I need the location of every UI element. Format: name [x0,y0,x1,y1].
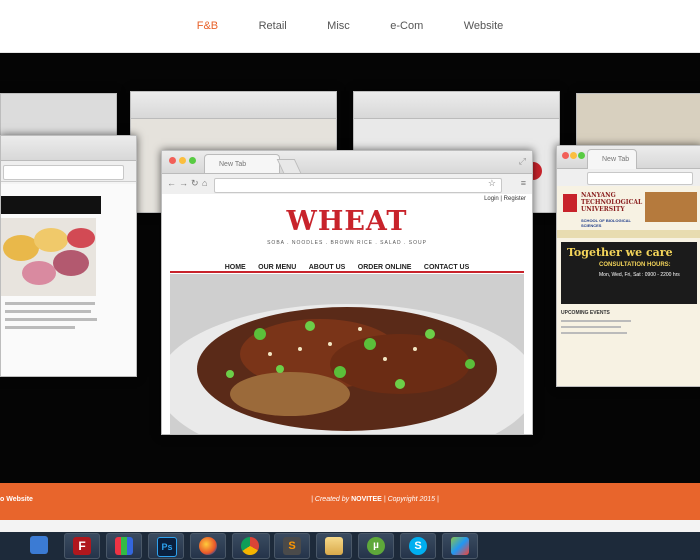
ntu-school: SCHOOL OF BIOLOGICAL SCIENCES [581,218,631,228]
menu-contact-us[interactable]: CONTACT US [424,264,469,271]
menu-divider [170,271,524,273]
minimize-icon[interactable] [179,157,186,164]
category-tabs: F&B Retail Misc e-Com Website [0,16,700,34]
login-register-link[interactable]: Login | Register [484,196,526,202]
thumb-left-content [1,184,136,376]
menu-about-us[interactable]: ABOUT US [309,264,346,271]
menu-icon[interactable]: ≡ [521,178,526,188]
windows-taskbar: F Ps S µ S [0,532,700,560]
main-browser-window[interactable]: New Tab ⤢ ← → ↻ ⌂ ☆ ≡ Login | Register W… [161,150,533,435]
ntu-page: NANYANG TECHNOLOGICAL UNIVERSITY SCHOOL … [557,186,700,386]
tab-website[interactable]: Website [464,20,504,32]
fullscreen-icon[interactable]: ⤢ [519,156,526,167]
food-hero-image [170,274,524,434]
credit-suffix: | Copyright 2015 | [383,496,439,503]
footer-credit: | Created by NOVITEE | Copyright 2015 | [0,496,700,503]
ntu-header-image [645,192,697,222]
macaron-image [1,218,96,296]
photoshop-icon[interactable]: Ps [148,533,184,559]
new-tab-button[interactable] [276,159,302,173]
ntu-banner: Together we care CONSULTATION HOURS: Mon… [561,242,697,304]
site-footer: o Website | Created by NOVITEE | Copyrig… [0,483,700,520]
ntu-hours-title: CONSULTATION HOURS: [599,262,671,268]
top-nav: F&B Retail Misc e-Com Website [0,0,700,53]
explorer-icon[interactable] [316,533,352,559]
back-icon[interactable]: ← [167,178,176,188]
home-icon[interactable]: ⌂ [202,178,207,188]
ntu-logo-icon [563,194,577,212]
bluestacks-icon[interactable] [442,533,478,559]
menu-order-online[interactable]: ORDER ONLINE [358,264,412,271]
tab-misc[interactable]: Misc [327,20,350,32]
bookmark-star-icon[interactable]: ☆ [488,178,496,189]
apps-grid-icon[interactable] [106,533,142,559]
close-icon[interactable] [169,157,176,164]
right-tab-title[interactable]: New Tab [587,149,637,169]
network-icon[interactable] [22,533,58,559]
skype-icon[interactable]: S [400,533,436,559]
browser-tab[interactable]: New Tab [204,154,280,173]
credit-prefix: | Created by [311,496,350,503]
ntu-events-title: UPCOMING EVENTS [561,310,610,316]
ntu-site-name: NANYANG TECHNOLOGICAL UNIVERSITY [581,192,643,213]
firefox-icon[interactable] [190,533,226,559]
maximize-icon[interactable] [189,157,196,164]
wheat-site: Login | Register WHEAT SOBA . NOODLES . … [162,194,532,434]
filezilla-icon[interactable]: F [64,533,100,559]
tab-fnb[interactable]: F&B [197,20,218,32]
thumbnail-right[interactable]: New Tab NANYANG TECHNOLOGICAL UNIVERSITY… [556,145,700,387]
tab-retail[interactable]: Retail [259,20,287,32]
reload-icon[interactable]: ↻ [191,178,199,189]
thumb-left-header-bar [1,196,101,214]
wheat-logo[interactable]: WHEAT [162,206,532,237]
ntu-banner-title: Together we care [567,246,673,259]
wheat-tagline: SOBA . NOODLES . BROWN RICE . SALAD . SO… [267,240,427,246]
ntu-hours: Mon, Wed, Fri, Sat : 0900 - 2200 hrs [599,272,680,278]
credit-brand[interactable]: NOVITEE [351,496,382,503]
menu-our-menu[interactable]: OUR MENU [258,264,296,271]
chrome-icon[interactable] [232,533,270,559]
ntu-nav [557,230,700,238]
showcase-carousel[interactable]: New Tab NANYANG TECHNOLOGICAL UNIVERSITY… [0,53,700,483]
tab-ecom[interactable]: e-Com [390,20,423,32]
utorrent-icon[interactable]: µ [358,533,394,559]
page-bottom-strip [0,520,700,532]
sublime-icon[interactable]: S [274,533,310,559]
forward-icon[interactable]: → [179,178,188,188]
thumbnail-left[interactable] [0,135,137,377]
address-bar[interactable] [214,178,502,193]
